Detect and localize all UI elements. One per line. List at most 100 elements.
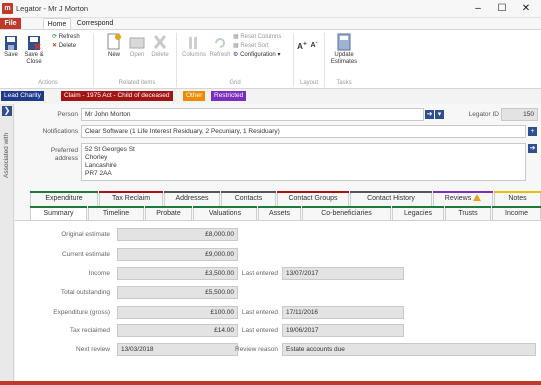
tab-color-bar <box>277 191 349 193</box>
preferred-address-label-line1: Preferred <box>50 147 78 154</box>
file-menu[interactable]: File <box>0 18 21 29</box>
tab-expenditure[interactable]: Expenditure <box>30 191 98 206</box>
font-increase-icon: A+ <box>297 40 307 51</box>
tab-legacies[interactable]: Legacies <box>392 206 444 221</box>
related-items-group-label: Related items <box>118 80 156 86</box>
status-badges: Lead Charity Claim - 1975 Act - Child of… <box>0 90 541 102</box>
address-line: 52 St Georges St <box>85 146 135 153</box>
maximize-button[interactable]: ☐ <box>491 2 513 16</box>
badge-restricted: Restricted <box>211 91 247 101</box>
review-reason-value: Estate accounts due <box>282 343 536 356</box>
font-decrease-icon: A- <box>310 40 318 50</box>
associated-with-panel[interactable]: ❯ Associated with <box>0 104 14 385</box>
person-goto-arrow-icon[interactable]: ➔ <box>425 110 434 119</box>
tab-home[interactable]: Home <box>43 18 71 29</box>
tab-color-bar <box>392 206 444 208</box>
legator-id-field: 150 <box>501 108 538 121</box>
tab-contact-history[interactable]: Contact History <box>350 191 432 206</box>
minimize-button[interactable]: – <box>467 2 489 16</box>
summary-panel: Original estimate £8,000.00 Current esti… <box>15 220 541 385</box>
tab-valuations[interactable]: Valuations <box>193 206 257 221</box>
delete-x-icon: ✕ <box>52 43 58 49</box>
address-line: PR7 2AA <box>85 170 112 177</box>
total-outstanding-label: Total outstanding <box>60 289 110 296</box>
tab-contacts[interactable]: Contacts <box>221 191 276 206</box>
grid-refresh-button[interactable]: Refresh <box>208 35 232 59</box>
address-goto-arrow-icon[interactable]: ➔ <box>528 144 537 153</box>
font-increase-button[interactable]: A+ <box>297 40 307 50</box>
notifications-field[interactable]: Clear Software (1 Life Interest Residuar… <box>81 125 526 138</box>
reset-columns-button[interactable]: ▦ Reset Columns <box>233 33 281 42</box>
tab-color-bar <box>492 206 541 208</box>
delete-item-button[interactable]: Delete <box>149 33 171 59</box>
tab-trusts[interactable]: Trusts <box>445 206 491 221</box>
tab-notes[interactable]: Notes <box>494 191 541 206</box>
tab-co-beneficiaries[interactable]: Co-beneficiaries <box>302 206 391 221</box>
income-label: Income <box>88 270 110 277</box>
add-notification-plus-icon[interactable]: + <box>528 127 537 136</box>
current-estimate-label: Current estimate <box>61 251 110 258</box>
preferred-address-field[interactable]: 52 St Georges St Chorley Lancashire PR7 … <box>81 143 526 181</box>
reset-columns-icon: ▦ <box>233 34 239 40</box>
income-last-entered-label: Last entered <box>241 270 278 277</box>
expenditure-last-entered-label: Last entered <box>241 309 278 316</box>
tab-reviews[interactable]: Reviews <box>433 191 493 206</box>
configuration-button[interactable]: ⚙ Configuration ▾ <box>233 51 280 60</box>
tab-color-bar <box>164 191 220 193</box>
update-estimates-button[interactable]: Update Estimates <box>327 33 361 66</box>
badge-claim: Claim - 1975 Act - Child of deceased <box>61 91 173 101</box>
save-close-icon <box>28 36 41 50</box>
tab-color-bar <box>433 191 493 193</box>
font-decrease-button[interactable]: A- <box>309 40 319 49</box>
tab-tax-reclaim[interactable]: Tax Reclaim <box>99 191 163 206</box>
new-label: New <box>107 52 120 58</box>
tasks-group-label: Tasks <box>336 80 352 86</box>
columns-button[interactable]: Columns <box>180 35 208 59</box>
delete-record-button[interactable]: ✕ Delete <box>52 42 76 51</box>
tab-color-bar <box>221 191 276 193</box>
tab-assets[interactable]: Assets <box>258 206 301 221</box>
actions-group-label: Actions <box>38 80 58 86</box>
grid-group-label: Grid <box>229 80 241 86</box>
ribbon-separator <box>293 33 294 87</box>
delete-label: Delete <box>58 43 77 49</box>
refresh-label: Refresh <box>58 34 80 40</box>
tax-last-entered-label: Last entered <box>241 327 278 334</box>
tab-color-bar <box>302 206 391 208</box>
original-estimate-label: Original estimate <box>61 231 110 238</box>
tab-probate[interactable]: Probate <box>145 206 192 221</box>
preferred-address-label-line2: address <box>54 155 78 162</box>
person-field[interactable]: Mr John Morton <box>81 108 424 121</box>
review-reason-label: Review reason <box>235 346 278 353</box>
tab-income[interactable]: Income <box>492 206 541 221</box>
gear-icon: ⚙ <box>233 52 239 58</box>
columns-label: Columns <box>182 52 206 58</box>
tab-correspond[interactable]: Correspond <box>75 18 115 29</box>
delete-icon <box>153 35 167 49</box>
close-button[interactable]: ✕ <box>515 2 537 16</box>
grid-refresh-icon <box>215 38 225 48</box>
configuration-label: Configuration <box>240 52 276 58</box>
tab-color-bar <box>350 191 432 193</box>
person-dropdown-chevron-icon[interactable]: ▾ <box>435 110 444 119</box>
menu-bar: File Home Correspond <box>0 18 541 29</box>
tab-addresses[interactable]: Addresses <box>164 191 220 206</box>
tab-contact-groups[interactable]: Contact Groups <box>277 191 349 206</box>
expand-arrow-icon[interactable]: ❯ <box>2 106 12 116</box>
columns-icon <box>189 37 197 49</box>
save-button[interactable]: Save <box>3 35 19 59</box>
expenditure-label: Expenditure (gross) <box>53 309 110 316</box>
tab-summary[interactable]: Summary <box>30 206 87 221</box>
ribbon-separator <box>324 33 325 87</box>
new-button[interactable]: New <box>104 33 124 59</box>
next-review-label: Next review <box>76 346 110 353</box>
open-button[interactable]: Open <box>126 33 148 59</box>
tab-color-bar <box>30 191 98 193</box>
reset-sort-button[interactable]: ▦ Reset Sort <box>233 42 269 51</box>
refresh-button[interactable]: ⟳ Refresh <box>52 33 80 42</box>
save-close-button[interactable]: Save & Close <box>21 35 47 66</box>
tab-row-primary: Expenditure Tax Reclaim Addresses Contac… <box>30 191 541 206</box>
tab-timeline[interactable]: Timeline <box>88 206 144 221</box>
badge-lead-charity: Lead Charity <box>1 91 44 101</box>
reset-sort-icon: ▦ <box>233 43 239 49</box>
